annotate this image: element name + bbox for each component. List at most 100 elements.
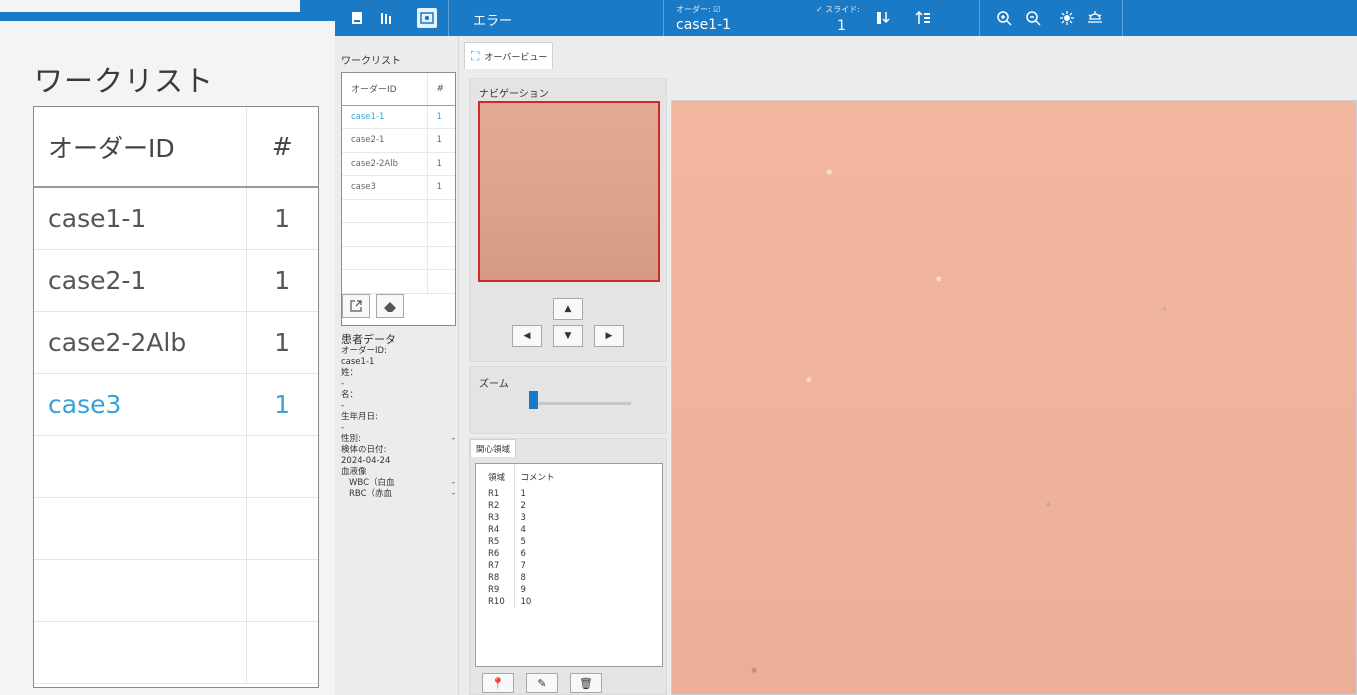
zoom-topbar [0, 12, 310, 21]
zoom-slider-thumb[interactable] [529, 391, 538, 409]
pan-down-button[interactable]: ▼ [553, 325, 583, 347]
patient-heading: 患者データ [341, 333, 396, 346]
table-row-empty [342, 246, 455, 270]
zoom-col-count[interactable]: # [246, 107, 318, 188]
sort-icon[interactable] [873, 8, 893, 28]
rbc-row: RBC（赤血 - [341, 489, 455, 500]
roi-row[interactable]: R10 10 [488, 596, 654, 608]
roi-row[interactable]: R2 2 [488, 500, 654, 512]
table-row[interactable]: case2-1 1 [342, 128, 455, 153]
roi-comment: 2 [520, 501, 526, 511]
order-small-label: オーダー: ☑ [676, 5, 721, 14]
table-row[interactable]: case3 1 [342, 175, 455, 200]
zoom-table-row[interactable]: case1-1 1 [34, 187, 318, 250]
screenshot-root: ワークリスト オーダーID # case1-1 1 case2-1 1 case2-… [0, 0, 1357, 695]
roi-row[interactable]: R7 7 [488, 560, 654, 572]
tab-overview-label: オーバービュー [484, 52, 548, 63]
roi-row[interactable]: R9 9 [488, 584, 654, 596]
error-label[interactable]: エラー [473, 10, 512, 29]
zoom-table-row-empty [34, 621, 318, 684]
overview-icon: ⛶ [471, 48, 480, 63]
brightness-up-icon[interactable] [1057, 8, 1077, 28]
row-count: 1 [427, 175, 455, 200]
zoom-table-row[interactable]: case2-2Alb 1 [34, 311, 318, 374]
filter-icon[interactable] [913, 8, 933, 28]
row-count: 1 [427, 152, 455, 176]
zoom-row-id: case1-1 [34, 187, 247, 250]
col-comment[interactable]: コメント [514, 464, 654, 488]
edit-button[interactable]: ✎ [526, 673, 558, 693]
pan-left-button[interactable]: ◀ [512, 325, 542, 347]
first-name-value: - [341, 401, 345, 411]
roi-row[interactable]: R1 1 [488, 488, 654, 500]
table-row[interactable]: case2-2Alb 1 [342, 152, 455, 176]
roi-row[interactable]: R6 6 [488, 548, 654, 560]
first-name-label: 名： [341, 390, 359, 400]
arrow-left-icon: ◀ [523, 331, 531, 341]
tab-overview[interactable]: ⛶ オーバービュー [464, 42, 553, 69]
worklist-icon[interactable] [347, 8, 367, 28]
zoom-table-row[interactable]: case3 1 [34, 373, 318, 436]
roi-panel: 関心領域 領域 コメント R1 1 R2 2 R3 3 R4 4 R5 5 R6 6 R7 7 R8 8 R9 9… [469, 438, 667, 695]
col-order-id[interactable]: オーダーID [342, 73, 428, 106]
col-count[interactable]: # [427, 73, 455, 106]
slide-image-view[interactable] [671, 100, 1357, 695]
roi-comment: 5 [520, 537, 526, 547]
zoom-table-row-empty [34, 435, 318, 498]
table-row-empty [342, 222, 455, 247]
open-external-button[interactable] [342, 294, 370, 318]
roi-table: 領域 コメント R1 1 R2 2 R3 3 R4 4 R5 5 R6 6 R7 7 R8 8 R9 9 R10 10 [475, 463, 663, 667]
zoom-worklist-title: ワークリスト [34, 64, 215, 98]
wbc-row: WBC（白血 - [341, 478, 455, 489]
row-order-id: case3 [342, 175, 428, 200]
roi-comment: 9 [520, 585, 526, 595]
eye-icon[interactable] [417, 8, 437, 28]
zoom-topbar-edge [300, 0, 335, 21]
zoom-row-count: 1 [246, 187, 318, 250]
order-value: case1-1 [676, 17, 732, 33]
roi-row[interactable]: R4 4 [488, 524, 654, 536]
roi-region: R1 [488, 488, 515, 500]
row-count: 1 [427, 105, 455, 129]
roi-comment: 4 [520, 525, 526, 535]
brightness-down-icon[interactable] [1085, 8, 1105, 28]
arrow-down-icon: ▼ [564, 331, 572, 341]
table-row-empty [342, 199, 455, 223]
add-pin-button[interactable]: 📍 [482, 673, 514, 693]
roi-comment: 1 [520, 489, 526, 499]
roi-region: R6 [488, 548, 515, 560]
roi-row[interactable]: R3 3 [488, 512, 654, 524]
table-row-empty [342, 269, 455, 294]
worklist-table: オーダーID # case1-1 1 case2-1 1 case2-2Alb 1 c… [341, 72, 456, 326]
tab-roi[interactable]: 関心領域 [470, 439, 516, 457]
pan-right-button[interactable]: ▶ [594, 325, 624, 347]
overview-pane: ⛶ オーバービュー ナビゲーション ▲ ◀ ▼ ▶ ズーム 関心領域 領域 コメ… [459, 36, 1357, 695]
zoom-in-icon[interactable] [994, 8, 1014, 28]
slides-icon[interactable] [377, 8, 397, 28]
eraser-button[interactable] [376, 294, 404, 318]
row-order-id: case2-2Alb [342, 152, 428, 176]
navigation-panel: ナビゲーション ▲ ◀ ▼ ▶ [469, 78, 667, 362]
zoom-out-icon[interactable] [1023, 8, 1043, 28]
roi-region: R7 [488, 560, 515, 572]
zoom-col-order-id[interactable]: オーダーID [34, 107, 247, 188]
sample-date-label: 検体の日付: [341, 445, 387, 455]
row-order-id: case2-1 [342, 128, 428, 153]
zoom-row-id: case2-1 [34, 249, 247, 312]
pin-icon: 📍 [491, 676, 505, 690]
pan-up-button[interactable]: ▲ [553, 298, 583, 320]
roi-region: R2 [488, 500, 515, 512]
roi-row[interactable]: R8 8 [488, 572, 654, 584]
arrow-right-icon: ▶ [605, 331, 613, 341]
row-order-id: case1-1 [342, 105, 428, 129]
navigation-thumbnail[interactable] [478, 101, 660, 282]
worklist-label: ワークリスト [341, 56, 401, 67]
zoom-table-row[interactable]: case2-1 1 [34, 249, 318, 312]
zoom-slider-track[interactable] [533, 402, 631, 405]
roi-region: R10 [488, 596, 515, 608]
delete-button[interactable]: 🗑 [570, 673, 602, 693]
roi-row[interactable]: R5 5 [488, 536, 654, 548]
zoom-worklist-table: オーダーID # case1-1 1 case2-1 1 case2-2Alb 1 c… [33, 106, 319, 688]
col-region[interactable]: 領域 [488, 464, 515, 488]
table-row[interactable]: case1-1 1 [342, 105, 455, 129]
